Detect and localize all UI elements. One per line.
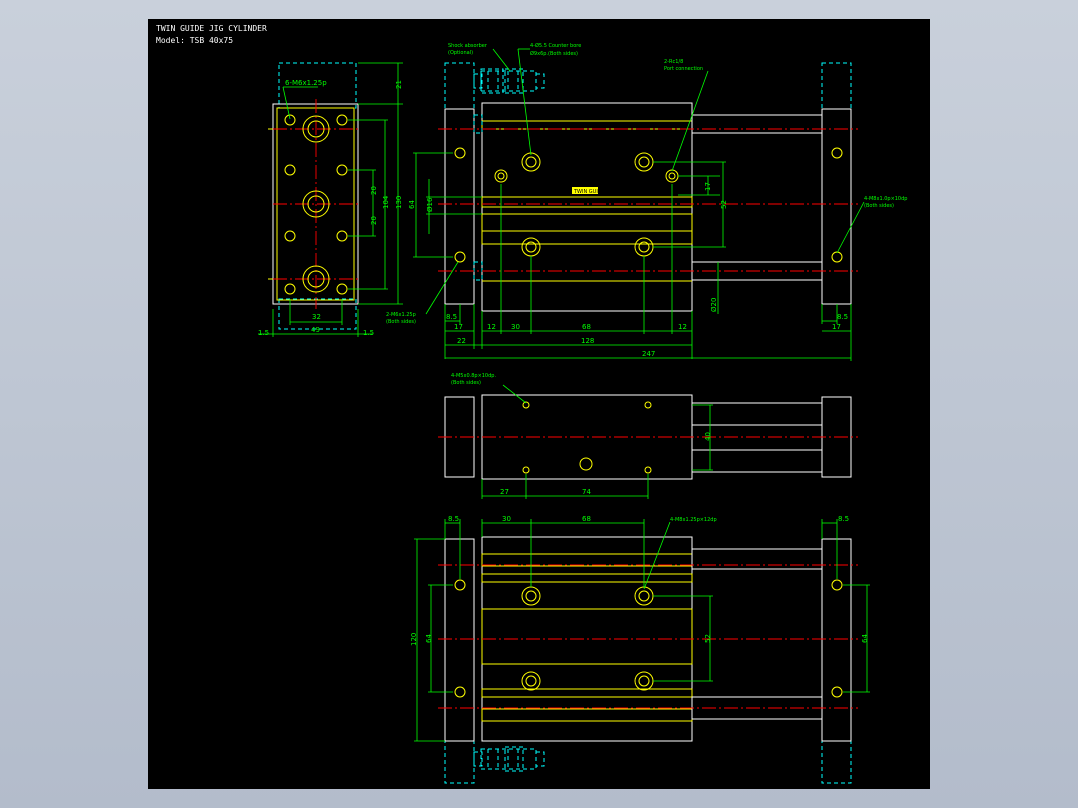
front-holes	[454, 147, 843, 263]
label-front-tapped: 2-M6x1.25p	[386, 312, 416, 318]
dim-end-20b: 20	[370, 216, 378, 225]
dim-front-247: 247	[642, 350, 655, 358]
front-left-plate-hidden	[444, 62, 475, 110]
bottom-left-plate	[444, 538, 475, 742]
dim-front-128: 128	[581, 337, 594, 345]
dim-front-52: 52	[720, 200, 728, 209]
label-counter-bore: 4-Ø5.5 Counter bore	[530, 42, 581, 49]
drawing-title: TWIN GUIDE JIG CYLINDER	[156, 24, 267, 33]
nameplate-text: TWIN GUIDE	[573, 189, 605, 195]
dim-front-12a: 12	[487, 323, 496, 331]
label-bottom-tapped: 4-M8x1.25p×12dp	[670, 517, 717, 523]
label-side-tapped: 4-M8x1.0p×10dp	[864, 196, 907, 202]
cad-drawing-viewport[interactable]: TWIN GUIDE JIG CYLINDER Model: TSB 40x75…	[148, 19, 930, 789]
dim-front-12b: 12	[678, 323, 687, 331]
dim-end-1p5b: 1.5	[363, 329, 374, 337]
dim-end-21: 21	[395, 80, 403, 89]
shock-absorber-top	[473, 68, 545, 94]
dim-bottom-8p5a: 8.5	[448, 515, 459, 523]
dim-top-27: 27	[500, 488, 509, 496]
bottom-right-plate	[821, 538, 852, 742]
dim-top-40: 40	[704, 432, 712, 441]
dim-front-22: 22	[457, 337, 466, 345]
top-view: 4-M5x0.8p×10dp. (Both sides) 40 27 74	[438, 373, 858, 499]
dim-bottom-30: 30	[502, 515, 511, 523]
label-side-both: (Both sides)	[864, 203, 894, 209]
dim-end-49: 49	[311, 326, 320, 334]
cad-drawing: TWIN GUIDE JIG CYLINDER Model: TSB 40x75…	[156, 24, 907, 784]
dim-front-30: 30	[511, 323, 520, 331]
dim-end-20a: 20	[370, 186, 378, 195]
front-view: TWIN GUIDE Shock absorber (Optional) 4-Ø…	[386, 42, 907, 361]
front-guide-rod-top	[691, 114, 823, 134]
dim-end-32: 32	[312, 313, 321, 321]
dim-top-74: 74	[582, 488, 591, 496]
dim-bottom-64a: 64	[425, 634, 433, 643]
label-top-tapped-sub: (Both sides)	[451, 380, 481, 386]
front-right-plate	[821, 108, 852, 305]
dim-front-17a: 17	[454, 323, 463, 331]
drawing-model: Model: TSB 40x75	[156, 36, 233, 45]
dim-front-8p5a: 8.5	[446, 313, 457, 321]
bottom-view: 4-M8x1.25p×12dp 8.5 30 68 8.5 120 64 52	[410, 515, 870, 784]
dim-bottom-64b: 64	[861, 634, 869, 643]
label-counter-bore-sub: Ø9x6p.(Both sides)	[530, 50, 578, 57]
dim-bottom-68: 68	[582, 515, 591, 523]
dim-bottom-8p5b: 8.5	[838, 515, 849, 523]
end-view: 6-M6x1.25p 21 130 104 20 20 32 49 1.5 1.…	[258, 62, 403, 337]
dim-end-1p5a: 1.5	[258, 329, 269, 337]
label-front-tapped-sub: (Both sides)	[386, 319, 416, 325]
label-top-tapped: 4-M5x0.8p×10dp.	[451, 373, 496, 379]
label-shock-absorber: Shock absorber	[448, 43, 488, 49]
front-right-plate-hidden	[821, 62, 852, 110]
dim-bottom-120: 120	[410, 633, 418, 646]
dim-front-d16: Ø16	[426, 197, 434, 212]
dim-end-130: 130	[395, 196, 403, 209]
bottom-holes	[454, 579, 843, 698]
dim-front-17b: 17	[832, 323, 841, 331]
dim-front-8p5b: 8.5	[837, 313, 848, 321]
dim-front-d20: Ø20	[710, 298, 718, 312]
dim-front-68: 68	[582, 323, 591, 331]
label-shock-optional: (Optional)	[448, 50, 473, 56]
label-port: 2-Rc1/8	[664, 59, 683, 65]
top-holes	[522, 401, 652, 474]
end-tapped-label: 6-M6x1.25p	[285, 79, 327, 87]
dim-bottom-52: 52	[704, 634, 712, 643]
dim-front-64: 64	[408, 200, 416, 209]
dim-end-104: 104	[382, 195, 390, 209]
label-port-sub: Port connection	[664, 66, 703, 72]
front-left-plate	[444, 108, 475, 305]
shock-absorber-bottom	[473, 746, 545, 772]
dim-front-17v: 17	[704, 182, 712, 191]
